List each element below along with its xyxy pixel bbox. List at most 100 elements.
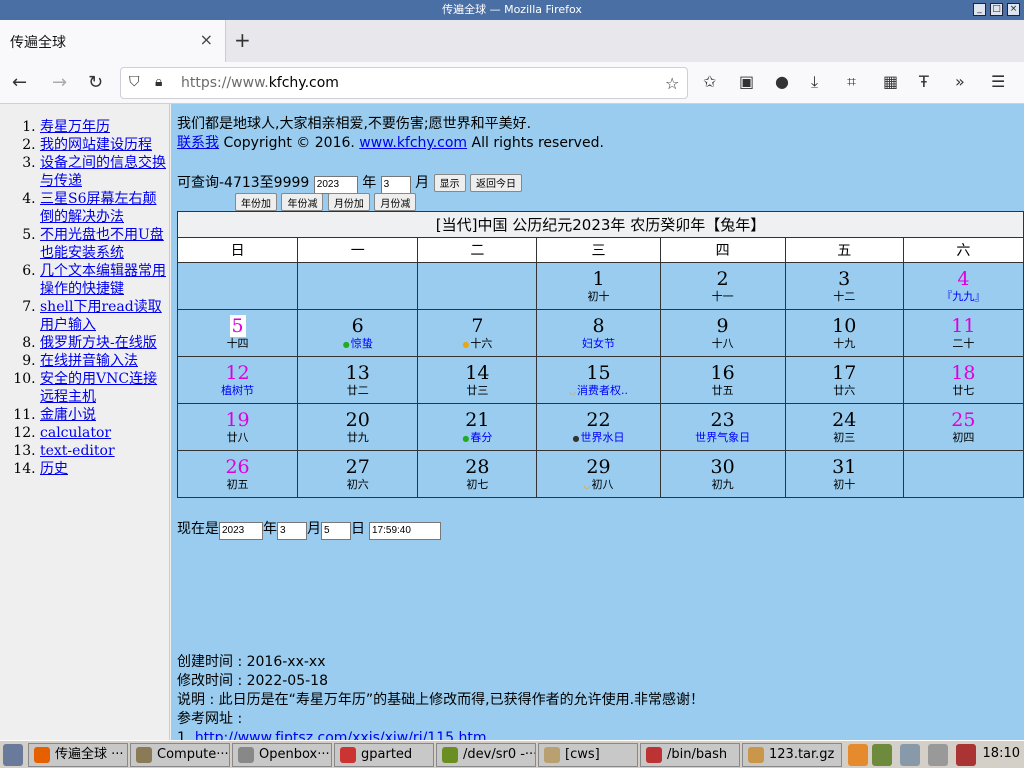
- year-input[interactable]: [313, 175, 358, 194]
- browser-tab[interactable]: 传遍全球 ×: [0, 20, 226, 62]
- menu-icon[interactable]: ☰: [991, 72, 1005, 91]
- sidebar-link[interactable]: calculator: [40, 425, 111, 441]
- taskbar-task[interactable]: /dev/sr0 -···: [436, 743, 536, 767]
- translate-icon[interactable]: Ŧ: [919, 72, 929, 91]
- bookmark-star-icon[interactable]: ☆: [665, 74, 679, 93]
- p-icon[interactable]: [872, 744, 892, 766]
- calendar-day[interactable]: 26 初五: [176, 450, 299, 498]
- sidebar-link[interactable]: 安全的用VNC连接远程主机: [40, 371, 157, 405]
- taskbar-task[interactable]: 123.tar.gz: [742, 743, 842, 767]
- lock-icon[interactable]: 🔒︎: [155, 74, 162, 90]
- calendar-day[interactable]: 14 廿三: [417, 356, 538, 404]
- show-button[interactable]: 显示: [433, 173, 466, 192]
- sidebar-link[interactable]: 寿星万年历: [40, 119, 110, 135]
- extension-icon[interactable]: ▣: [739, 72, 754, 91]
- calendar-day[interactable]: 25 初四: [902, 403, 1024, 451]
- year-plus-button[interactable]: 年份加: [235, 193, 277, 211]
- shield-icon[interactable]: ⛉: [129, 74, 140, 90]
- day-lunar-text: 惊蛰: [350, 337, 373, 350]
- calendar-day[interactable]: 4 『九九』: [902, 262, 1024, 310]
- volume-icon[interactable]: [928, 744, 948, 766]
- sidebar-link[interactable]: shell下用read读取用户输入: [40, 299, 162, 333]
- sidebar-link[interactable]: 三星S6屏幕左右颠倒的解决办法: [40, 191, 157, 225]
- reference-link[interactable]: http://www.fjptsz.com/xxjs/xjw/rj/115.ht…: [195, 730, 487, 740]
- back-icon[interactable]: ←: [12, 72, 27, 93]
- sidebar-link[interactable]: 设备之间的信息交换与传递: [40, 155, 166, 189]
- extension-3-icon[interactable]: ▦: [883, 72, 898, 91]
- calendar-day[interactable]: 24 初三: [784, 403, 904, 451]
- calendar-day[interactable]: 20 廿九: [297, 403, 419, 451]
- sidebar-link[interactable]: 历史: [40, 461, 68, 477]
- month-input[interactable]: [380, 175, 411, 194]
- pocket-icon[interactable]: ✩: [703, 72, 716, 91]
- sidebar-link[interactable]: text-editor: [40, 443, 115, 459]
- calendar-day[interactable]: 7 ●十六: [417, 309, 538, 357]
- home-icon[interactable]: [3, 744, 23, 766]
- sidebar-link[interactable]: 金庸小说: [40, 407, 96, 423]
- calendar-day[interactable]: 30 初九: [659, 450, 786, 498]
- calendar-day[interactable]: 15 ◡消费者权..: [536, 356, 661, 404]
- month-minus-button[interactable]: 月份减: [374, 193, 417, 211]
- calendar-day[interactable]: 2 十一: [659, 262, 786, 310]
- now-time-input[interactable]: [369, 521, 441, 540]
- sidebar-link[interactable]: 我的网站建设历程: [40, 137, 152, 153]
- minimize-icon[interactable]: _: [973, 3, 986, 16]
- site-link[interactable]: www.kfchy.com: [359, 135, 467, 151]
- now-day-input[interactable]: [321, 521, 351, 540]
- calendar-day[interactable]: 29 ◡初八: [536, 450, 661, 498]
- url-bar[interactable]: ⛉ 🔒︎ https://www.kfchy.com ☆: [120, 67, 688, 99]
- day-lunar: 初三: [786, 431, 903, 445]
- calendar-day[interactable]: 8 妇女节: [536, 309, 661, 357]
- taskbar-task[interactable]: /bin/bash: [640, 743, 740, 767]
- download-icon[interactable]: ⤓: [811, 72, 818, 92]
- calendar-day[interactable]: 10 十九: [784, 309, 904, 357]
- screenshot-icon[interactable]: ⌗: [847, 72, 856, 92]
- taskbar-task[interactable]: Compute···: [130, 743, 230, 767]
- overflow-icon[interactable]: »: [955, 72, 965, 91]
- updown-icon[interactable]: [848, 744, 868, 766]
- calendar-day[interactable]: 3 十二: [784, 262, 904, 310]
- calendar-day[interactable]: 1 初十: [536, 262, 661, 310]
- now-month-input[interactable]: [277, 521, 307, 540]
- calendar-day[interactable]: 19 廿八: [176, 403, 299, 451]
- calendar-day[interactable]: 31 初十: [784, 450, 904, 498]
- month-plus-button[interactable]: 月份加: [327, 193, 370, 211]
- calendar-day[interactable]: 17 廿六: [784, 356, 904, 404]
- calendar-day[interactable]: 12 植树节: [176, 356, 299, 404]
- calendar-day[interactable]: 22 ●世界水日: [536, 403, 661, 451]
- sidebar-link[interactable]: 在线拼音输入法: [40, 353, 138, 369]
- calendar-day[interactable]: 23 世界气象日: [659, 403, 786, 451]
- battery-icon[interactable]: [956, 744, 976, 766]
- close-tab-icon[interactable]: ×: [200, 30, 213, 49]
- calendar-day[interactable]: 11 二十: [902, 309, 1024, 357]
- taskbar-task[interactable]: gparted: [334, 743, 434, 767]
- close-window-icon[interactable]: ×: [1007, 3, 1020, 16]
- taskbar-task[interactable]: 传遍全球 ···: [28, 743, 128, 767]
- calendar-day[interactable]: 16 廿五: [659, 356, 786, 404]
- calendar-day[interactable]: 13 廿二: [297, 356, 419, 404]
- reload-icon[interactable]: ↻: [88, 72, 103, 93]
- calendar-day[interactable]: 9 十八: [659, 309, 786, 357]
- sidebar-link[interactable]: 几个文本编辑器常用操作的快捷键: [40, 263, 166, 297]
- calendar-day[interactable]: 27 初六: [297, 450, 419, 498]
- calendar-day[interactable]: 21 ●春分: [417, 403, 538, 451]
- extension-2-icon[interactable]: ●: [775, 72, 789, 91]
- day-lunar-text: 二十: [952, 337, 975, 350]
- maximize-icon[interactable]: □: [990, 3, 1003, 16]
- calendar-day[interactable]: 28 初七: [417, 450, 538, 498]
- calendar-day[interactable]: 18 廿七: [902, 356, 1024, 404]
- taskbar-task[interactable]: Openbox···: [232, 743, 332, 767]
- year-minus-button[interactable]: 年份减: [281, 193, 324, 211]
- today-button[interactable]: 返回今日: [470, 173, 523, 192]
- calendar-day[interactable]: 6 ●惊蛰: [297, 309, 419, 357]
- taskbar-task[interactable]: [cws]: [538, 743, 638, 767]
- now-year-input[interactable]: [219, 521, 263, 540]
- calendar-day[interactable]: 5 十四: [176, 309, 299, 357]
- now-day-unit: 日: [351, 521, 365, 537]
- contact-link[interactable]: 联系我: [177, 135, 219, 151]
- screen-icon[interactable]: [900, 744, 920, 766]
- new-tab-icon[interactable]: +: [234, 28, 251, 52]
- sidebar-link[interactable]: 不用光盘也不用U盘也能安装系统: [40, 227, 164, 261]
- forward-icon[interactable]: →: [52, 72, 67, 93]
- sidebar-link[interactable]: 俄罗斯方块-在线版: [40, 335, 157, 351]
